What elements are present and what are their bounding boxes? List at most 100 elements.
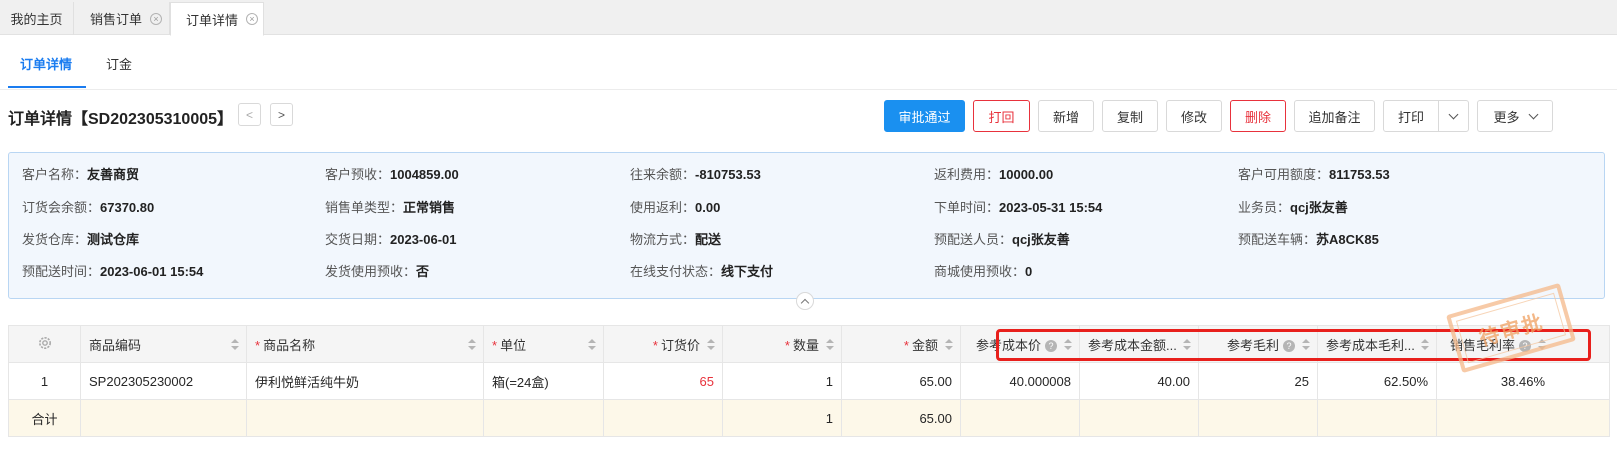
sort-icon[interactable] (1302, 339, 1310, 351)
sort-icon[interactable] (945, 339, 953, 351)
tab-order-detail-label: 订单详情 (186, 12, 239, 28)
field-customer-name: 客户名称：友善商贸 (22, 167, 140, 182)
field-use-rebate: 使用返利：0.00 (630, 200, 721, 215)
field-order-meeting-balance: 订货会余额：67370.80 (22, 200, 155, 215)
tab-home-label: 我的主页 (10, 12, 63, 27)
header-price[interactable]: * 订货价 (603, 325, 723, 363)
cell-unit: 箱(=24盒) (483, 362, 604, 400)
more-button-label: 更多 (1493, 109, 1520, 125)
subtab-deposit[interactable]: 订金 (106, 54, 132, 73)
cell-name: 伊利悦鲜活纯牛奶 (246, 362, 484, 400)
reject-button[interactable]: 打回 (973, 100, 1030, 132)
total-empty-cell (1079, 399, 1199, 437)
collapse-panel-button[interactable] (796, 292, 814, 310)
total-label: 合计 (8, 399, 81, 437)
page-title: 订单详情【SD202305310005】 (8, 111, 234, 128)
print-dropdown-button[interactable] (1438, 100, 1469, 132)
tab-home[interactable]: 我的主页 (0, 2, 74, 35)
sub-tab-bar: 订单详情 订金 (0, 36, 1617, 90)
sort-icon[interactable] (588, 339, 596, 351)
cell-price: 65 (603, 362, 723, 400)
header-amount[interactable]: * 金额 (841, 325, 961, 363)
header-qty[interactable]: * 数量 (722, 325, 842, 363)
sort-icon[interactable] (1421, 339, 1429, 351)
sort-icon[interactable] (1064, 339, 1072, 351)
cell-amount: 65.00 (841, 362, 961, 400)
header-ref-margin-rate[interactable]: 参考成本毛利... (1317, 325, 1437, 363)
sort-icon[interactable] (826, 339, 834, 351)
field-available-credit: 客户可用额度：811753.53 (1238, 167, 1390, 182)
order-items-table: 商品编码 * 商品名称 * 单位 * 订货价 * 数量 * 金额 参考成本价? 参考成本金… (8, 325, 1610, 437)
header-ref-cost-amount[interactable]: 参考成本金额... (1079, 325, 1199, 363)
header-ref-margin[interactable]: 参考毛利? (1198, 325, 1318, 363)
field-salesperson: 业务员：qcj张友善 (1238, 200, 1348, 215)
table-row[interactable]: 1 SP202305230002 伊利悦鲜活纯牛奶 箱(=24盒) 65 1 6… (8, 362, 1610, 400)
field-balance: 往来余额：-810753.53 (630, 167, 761, 182)
total-empty-cell (603, 399, 723, 437)
table-total-row: 合计 1 65.00 (8, 399, 1610, 437)
cell-qty: 1 (722, 362, 842, 400)
total-qty: 1 (722, 399, 842, 437)
field-delivery-date: 交货日期：2023-06-01 (325, 232, 457, 247)
header-unit[interactable]: * 单位 (483, 325, 604, 363)
tab-sales-orders[interactable]: 销售订单 × (74, 2, 170, 35)
chevron-down-icon (1528, 109, 1538, 119)
edit-button[interactable]: 修改 (1166, 100, 1222, 132)
field-ship-use-prepay: 发货使用预收：否 (325, 264, 430, 279)
total-empty-cell (1317, 399, 1437, 437)
append-note-button[interactable]: 追加备注 (1294, 100, 1375, 132)
total-empty-cell (1198, 399, 1318, 437)
column-settings-header[interactable] (8, 325, 81, 363)
field-delivery-time: 预配送时间：2023-06-01 15:54 (22, 264, 204, 279)
more-button[interactable]: 更多 (1477, 100, 1553, 132)
total-empty-cell (483, 399, 604, 437)
cell-sku-code: SP202305230002 (80, 362, 247, 400)
sort-icon[interactable] (707, 339, 715, 351)
tab-sales-orders-label: 销售订单 (90, 12, 143, 27)
field-mall-use-prepay: 商城使用预收：0 (934, 264, 1033, 279)
total-amount: 65.00 (841, 399, 961, 437)
field-warehouse: 发货仓库：测试仓库 (22, 232, 140, 247)
total-empty-cell (960, 399, 1080, 437)
sort-icon[interactable] (231, 339, 239, 351)
total-empty-cell (1436, 399, 1610, 437)
sort-icon[interactable] (1183, 339, 1191, 351)
field-customer-prepay: 客户预收：1004859.00 (325, 167, 459, 182)
field-order-time: 下单时间：2023-05-31 15:54 (934, 200, 1103, 215)
field-logistics: 物流方式：配送 (630, 232, 722, 247)
approve-button[interactable]: 审批通过 (884, 100, 965, 132)
field-rebate-fee: 返利费用：10000.00 (934, 167, 1054, 182)
delete-button[interactable]: 删除 (1230, 100, 1286, 132)
chevron-up-icon (800, 298, 810, 307)
cell-ref-margin: 25 (1198, 362, 1318, 400)
next-record-button[interactable]: > (270, 103, 293, 126)
table-header-row: 商品编码 * 商品名称 * 单位 * 订货价 * 数量 * 金额 参考成本价? 参考成本金… (8, 325, 1610, 363)
cell-ref-cost-amount: 40.00 (1079, 362, 1199, 400)
add-button[interactable]: 新增 (1038, 100, 1094, 132)
close-icon[interactable]: × (246, 13, 259, 25)
copy-button[interactable]: 复制 (1102, 100, 1158, 132)
header-sku-code[interactable]: 商品编码 (80, 325, 247, 363)
total-empty-cell (80, 399, 247, 437)
tab-order-detail[interactable]: 订单详情 × (170, 2, 264, 36)
sort-icon[interactable] (468, 339, 476, 351)
field-delivery-person: 预配送人员：qcj张友善 (934, 232, 1070, 247)
subtab-order-detail[interactable]: 订单详情 (20, 54, 72, 73)
active-tab-indicator (8, 86, 86, 88)
header-ref-cost[interactable]: 参考成本价? (960, 325, 1080, 363)
print-button[interactable]: 打印 (1383, 100, 1439, 132)
cell-ref-cost: 40.000008 (960, 362, 1080, 400)
field-online-pay-status: 在线支付状态：线下支付 (630, 264, 774, 279)
header-name[interactable]: * 商品名称 (246, 325, 484, 363)
prev-record-button[interactable]: < (238, 103, 261, 126)
total-empty-cell (246, 399, 484, 437)
help-icon[interactable]: ? (1045, 339, 1057, 352)
field-delivery-vehicle: 预配送车辆：苏A8CK85 (1238, 232, 1379, 247)
chevron-down-icon (1448, 109, 1459, 119)
gear-icon[interactable] (37, 335, 53, 351)
field-sales-type: 销售单类型：正常销售 (325, 200, 456, 215)
close-icon[interactable]: × (150, 12, 163, 25)
cell-index: 1 (8, 362, 81, 400)
cell-ref-margin-rate: 62.50% (1317, 362, 1437, 400)
help-icon[interactable]: ? (1283, 339, 1295, 352)
